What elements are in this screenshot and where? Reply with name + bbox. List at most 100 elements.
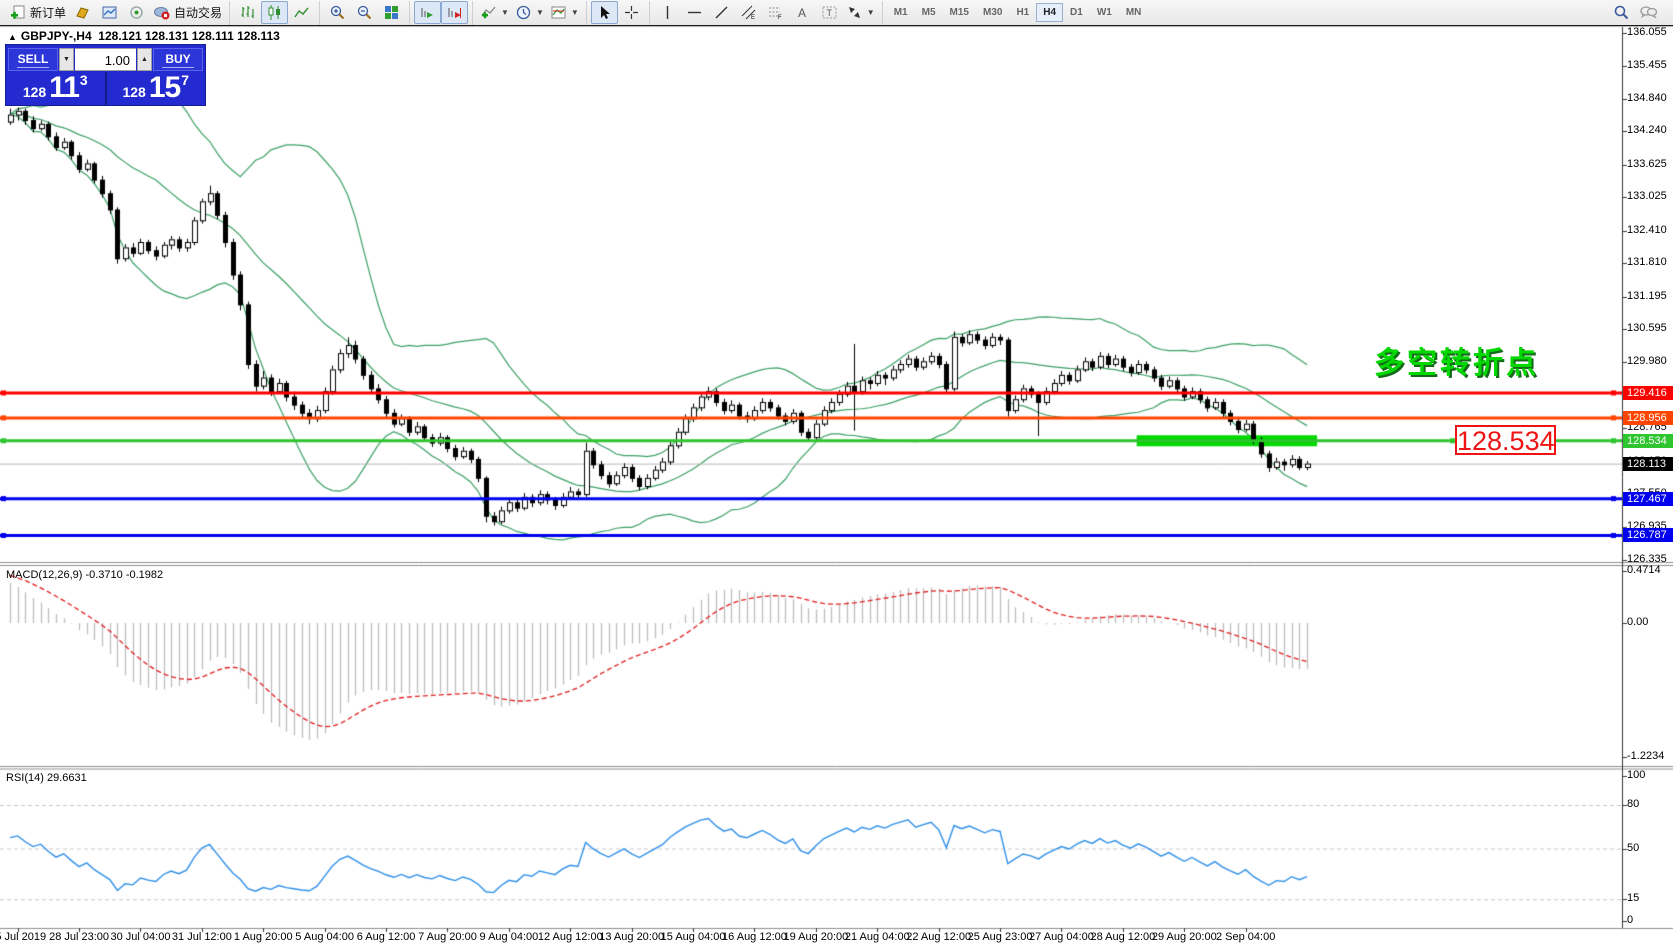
annotation-level-box: 128.534: [1455, 425, 1556, 455]
time-axis-label: 7 Aug 20:00: [418, 931, 477, 943]
price-level-label: 127.467: [1623, 492, 1673, 506]
tab-timeframe-D1[interactable]: D1: [1063, 3, 1090, 22]
svg-text:T: T: [826, 8, 832, 18]
equidistant-channel-button[interactable]: E: [735, 1, 762, 24]
signals-button[interactable]: [123, 1, 150, 24]
svg-text:F: F: [778, 15, 782, 21]
sell-price-sup: 3: [80, 71, 88, 89]
search-button[interactable]: [1608, 1, 1635, 24]
time-axis-label: 22 Aug 12:00: [906, 931, 971, 943]
time-axis-label: 29 Aug 20:00: [1152, 931, 1217, 943]
auto-trading-icon: [153, 4, 171, 21]
tab-timeframe-W1[interactable]: W1: [1090, 3, 1119, 22]
volume-input[interactable]: 1.00: [75, 48, 136, 71]
toolbar-group-objects: ▼ ▼ ▼: [472, 1, 586, 25]
tab-timeframe-M30[interactable]: M30: [976, 3, 1009, 22]
crosshair-icon: [623, 4, 640, 21]
tab-timeframe-MN[interactable]: MN: [1119, 3, 1149, 22]
time-axis-label: 28 Jul 23:00: [49, 931, 109, 943]
auto-scroll-button[interactable]: [414, 1, 441, 24]
rsi-tick-label: 80: [1627, 798, 1639, 810]
tab-timeframe-H1[interactable]: H1: [1009, 3, 1036, 22]
rsi-tick-label: 50: [1627, 842, 1639, 854]
price-tick-label: 135.455: [1627, 59, 1667, 71]
indicators-icon: [480, 4, 497, 21]
time-axis-label: 2 Sep 04:00: [1216, 931, 1275, 943]
tile-windows-button[interactable]: [378, 1, 405, 24]
periods-button[interactable]: ▼: [512, 1, 547, 24]
trendline-button[interactable]: [708, 1, 735, 24]
cursor-button[interactable]: [591, 1, 618, 24]
new-chart-button[interactable]: [96, 1, 123, 24]
time-axis-label: 21 Aug 04:00: [845, 931, 910, 943]
tab-timeframe-M1[interactable]: M1: [887, 3, 915, 22]
toolbar-group-chart-type: [229, 1, 319, 25]
tab-timeframe-M5[interactable]: M5: [915, 3, 943, 22]
buy-price-big: 15: [149, 75, 180, 101]
vertical-line-button[interactable]: [654, 1, 681, 24]
time-axis-label: 6 Aug 12:00: [357, 931, 416, 943]
toolbar-group-cursor: [586, 1, 649, 25]
tab-timeframe-M15[interactable]: M15: [943, 3, 976, 22]
dropdown-arrow-icon: ▼: [571, 8, 579, 17]
auto-trading-button[interactable]: 自动交易: [150, 1, 225, 24]
buy-price[interactable]: 128157: [105, 72, 206, 105]
time-axis-label: 9 Aug 04:00: [480, 931, 539, 943]
buy-price-prefix: 128: [122, 83, 145, 101]
candlestick-chart-icon: [266, 4, 283, 21]
text-label-button[interactable]: T: [816, 1, 843, 24]
time-axis-label: 15 Aug 04:00: [661, 931, 726, 943]
price-tick-label: 134.840: [1627, 92, 1667, 104]
time-axis-label: 13 Aug 20:00: [599, 931, 664, 943]
trading-terminal: 新订单 自动交易 ▼ ▼ ▼: [0, 0, 1673, 946]
crosshair-button[interactable]: [618, 1, 645, 24]
volume-down-button[interactable]: ▼: [59, 48, 74, 71]
chart-shift-button[interactable]: [441, 1, 468, 24]
zoom-out-icon: [356, 4, 373, 21]
dropdown-arrow-icon: ▼: [867, 8, 875, 17]
time-axis-label: 5 Aug 04:00: [295, 931, 354, 943]
templates-button[interactable]: ▼: [547, 1, 582, 24]
toolbar-group-scroll: [409, 1, 472, 25]
toolbar-group-zoom: [319, 1, 409, 25]
collapse-panel-icon[interactable]: ▲: [8, 32, 17, 42]
time-axis-label: 31 Jul 12:00: [172, 931, 232, 943]
dropdown-arrow-icon: ▼: [536, 8, 544, 17]
text-label-icon: T: [821, 4, 838, 21]
rsi-label: RSI(14) 29.6631: [6, 772, 87, 784]
time-axis-label: 30 Jul 04:00: [111, 931, 171, 943]
indicators-button[interactable]: ▼: [477, 1, 512, 24]
time-axis-label: 12 Aug 12:00: [538, 931, 603, 943]
one-click-panel: SELL ▼ 1.00 ▲ BUY 128113 128157: [5, 44, 206, 106]
sell-price[interactable]: 128113: [6, 72, 105, 105]
horizontal-line-button[interactable]: [681, 1, 708, 24]
text-button[interactable]: A: [789, 1, 816, 24]
line-chart-button[interactable]: [288, 1, 315, 24]
auto-scroll-icon: [419, 4, 436, 21]
vertical-line-icon: [659, 4, 676, 21]
price-level-label: 128.534: [1623, 434, 1673, 448]
buy-button[interactable]: BUY: [153, 48, 203, 71]
bar-chart-button[interactable]: [234, 1, 261, 24]
chart-shift-icon: [446, 4, 463, 21]
buy-price-sup: 7: [181, 71, 189, 89]
timeframe-group: M1M5M15M30H1H4D1W1MN: [882, 1, 1153, 25]
time-axis-label: 16 Aug 12:00: [722, 931, 787, 943]
zoom-out-button[interactable]: [351, 1, 378, 24]
macd-tick-label: 0.4714: [1627, 564, 1661, 576]
toolbar-group-orders: 新订单 自动交易: [3, 1, 229, 25]
chat-button[interactable]: [1635, 1, 1662, 24]
tab-timeframe-H4[interactable]: H4: [1036, 3, 1063, 22]
volume-up-button[interactable]: ▲: [137, 48, 152, 71]
candlestick-chart-button[interactable]: [261, 1, 288, 24]
toolbar-group-drawing: E F A T ▼: [649, 1, 882, 25]
chart-title: ▲GBPJPY-,H4 128.121 128.131 128.111 128.…: [8, 29, 280, 43]
zoom-in-button[interactable]: [324, 1, 351, 24]
new-order-button[interactable]: 新订单: [7, 1, 69, 24]
market-watch-button[interactable]: [69, 1, 96, 24]
fibonacci-button[interactable]: F: [762, 1, 789, 24]
price-tick-label: 131.810: [1627, 256, 1667, 268]
sell-button[interactable]: SELL: [8, 48, 58, 71]
arrows-button[interactable]: ▼: [843, 1, 878, 24]
chart-window: ▲GBPJPY-,H4 128.121 128.131 128.111 128.…: [0, 25, 1673, 946]
